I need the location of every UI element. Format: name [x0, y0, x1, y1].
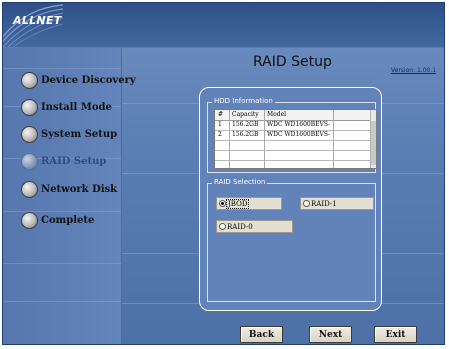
cell-model: WDC WD1600BEVS- — [267, 131, 331, 138]
radio-bullet-icon — [21, 152, 38, 170]
header-bar: ALLNET — [3, 3, 444, 48]
sidebar-item-label: Install Mode — [41, 101, 112, 113]
hdd-table: # Capacity Model 1 156.2GB WDC WD1600BEV… — [214, 109, 377, 169]
back-button[interactable]: Back — [240, 326, 283, 343]
installer-window: ALLNET Device Discovery Install Mode Sys… — [2, 2, 445, 345]
sidebar-divider — [121, 48, 122, 344]
radio-bullet-icon — [21, 180, 38, 198]
radio-bullet-icon — [21, 98, 38, 116]
column-header-num: # — [218, 111, 224, 118]
version-link[interactable]: Version: 1.00.1 — [391, 67, 436, 74]
cell-capacity: 156.2GB — [232, 131, 259, 138]
sidebar-item-label: Complete — [41, 214, 95, 226]
raid-option-label: JBOD — [225, 198, 250, 209]
raid-panel: HDD Information # Capacity Model 1 156.2… — [199, 87, 382, 311]
column-header-capacity: Capacity — [232, 111, 259, 118]
hdd-information-title: HDD Information — [212, 97, 275, 105]
sidebar-item-label: System Setup — [41, 128, 118, 140]
cell-num: 1 — [218, 121, 222, 128]
raid-selection-group: RAID Selection JBOD RAID-1 RAID-0 — [207, 178, 376, 302]
raid-option-raid0[interactable]: RAID-0 — [216, 220, 293, 233]
sidebar-item-install-mode[interactable]: Install Mode — [21, 97, 112, 117]
exit-button[interactable]: Exit — [374, 326, 417, 343]
sidebar-item-label: RAID Setup — [41, 155, 107, 167]
radio-checked-icon — [219, 200, 226, 207]
cell-num: 2 — [218, 131, 222, 138]
column-header-model: Model — [267, 111, 287, 118]
cell-model: WDC WD1600BEVS- — [267, 121, 331, 128]
sidebar-item-complete[interactable]: Complete — [21, 210, 94, 230]
sidebar-item-label: Network Disk — [41, 183, 118, 195]
sidebar-item-network-disk[interactable]: Network Disk — [21, 179, 117, 199]
sidebar-item-system-setup[interactable]: System Setup — [21, 124, 117, 144]
raid-option-jbod[interactable]: JBOD — [216, 197, 282, 210]
scrollbar-thumb[interactable] — [371, 121, 376, 165]
sidebar-item-device-discovery[interactable]: Device Discovery — [21, 70, 136, 90]
hdd-information-group: HDD Information # Capacity Model 1 156.2… — [207, 97, 377, 173]
radio-bullet-icon — [21, 125, 38, 143]
cell-capacity: 156.2GB — [232, 121, 259, 128]
raid-option-label: RAID-0 — [227, 222, 253, 231]
sidebar-item-raid-setup[interactable]: RAID Setup — [21, 151, 106, 171]
radio-bullet-icon — [21, 211, 38, 229]
radio-icon — [303, 200, 310, 207]
next-button[interactable]: Next — [309, 326, 352, 343]
radio-bullet-icon — [21, 71, 38, 89]
brand-logo: ALLNET — [13, 14, 62, 27]
sidebar-item-label: Device Discovery — [41, 74, 136, 86]
raid-selection-title: RAID Selection — [212, 178, 268, 186]
raid-option-raid1[interactable]: RAID-1 — [300, 197, 374, 210]
radio-icon — [219, 223, 226, 230]
page-title: RAID Setup — [253, 54, 332, 70]
raid-option-label: RAID-1 — [311, 199, 337, 208]
